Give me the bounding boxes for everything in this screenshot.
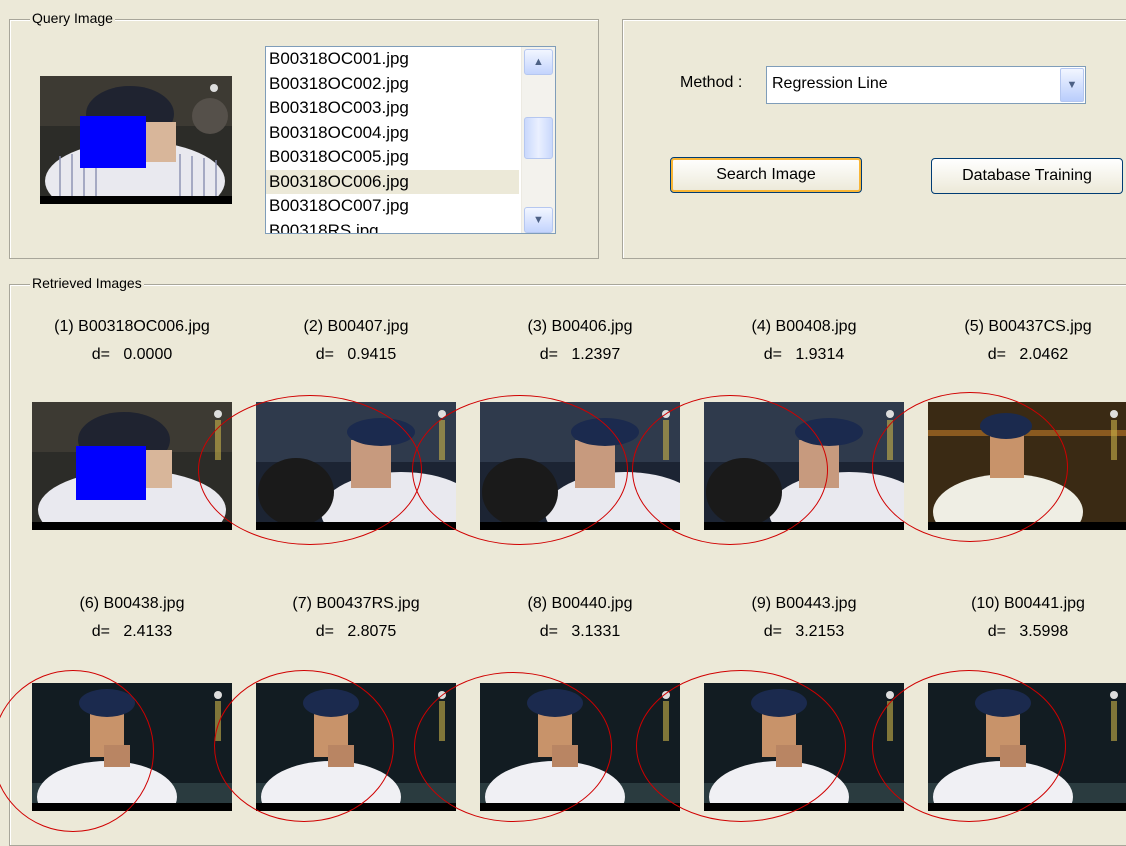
method-label: Method :	[680, 74, 743, 91]
file-listbox[interactable]: B00318OC001.jpg B00318OC002.jpg B00318OC00…	[265, 46, 556, 234]
result-name-10: (10) B00441.jpg	[971, 595, 1085, 612]
method-select-value: Regression Line	[772, 75, 888, 92]
scroll-up-icon[interactable]: ▲	[524, 49, 553, 75]
result-thumbnail-3[interactable]	[480, 402, 680, 530]
list-item[interactable]: B00318OC001.jpg	[266, 47, 519, 72]
retrieved-images-legend: Retrieved Images	[30, 275, 144, 291]
result-distance-6: d= 2.4133	[91, 623, 173, 640]
result-distance-10: d= 3.5998	[987, 623, 1069, 640]
list-item[interactable]: B00318OC005.jpg	[266, 145, 519, 170]
list-item[interactable]: B00318OC004.jpg	[266, 121, 519, 146]
chevron-down-icon[interactable]: ▼	[1060, 68, 1084, 102]
result-name-8: (8) B00440.jpg	[527, 595, 633, 612]
database-training-button[interactable]: Database Training	[931, 158, 1123, 194]
list-item[interactable]: B00318OC002.jpg	[266, 72, 519, 97]
result-distance-1: d= 0.0000	[91, 346, 173, 363]
result-name-5: (5) B00437CS.jpg	[964, 318, 1092, 335]
result-distance-3: d= 1.2397	[539, 346, 621, 363]
query-image-preview	[40, 76, 232, 204]
list-item[interactable]: B00318RS.jpg	[266, 219, 519, 234]
list-item[interactable]: B00318OC003.jpg	[266, 96, 519, 121]
result-thumbnail-8[interactable]	[480, 683, 680, 811]
result-name-9: (9) B00443.jpg	[751, 595, 857, 612]
result-name-3: (3) B00406.jpg	[527, 318, 633, 335]
result-thumbnail-1[interactable]	[32, 402, 232, 530]
result-thumbnail-6[interactable]	[32, 683, 232, 811]
result-name-6: (6) B00438.jpg	[79, 595, 185, 612]
result-name-1: (1) B00318OC006.jpg	[54, 318, 210, 335]
list-item[interactable]: B00318OC006.jpg	[266, 169, 519, 194]
result-thumbnail-2[interactable]	[256, 402, 456, 530]
result-name-4: (4) B00408.jpg	[751, 318, 857, 335]
result-name-7: (7) B00437RS.jpg	[292, 595, 420, 612]
result-distance-7: d= 2.8075	[315, 623, 397, 640]
result-name-2: (2) B00407.jpg	[303, 318, 409, 335]
result-distance-9: d= 3.2153	[763, 623, 845, 640]
query-image-legend: Query Image	[30, 10, 115, 26]
result-thumbnail-5[interactable]	[928, 402, 1126, 530]
result-distance-2: d= 0.9415	[315, 346, 397, 363]
result-thumbnail-9[interactable]	[704, 683, 904, 811]
search-image-button[interactable]: Search Image	[670, 157, 862, 193]
result-thumbnail-10[interactable]	[928, 683, 1126, 811]
result-distance-4: d= 1.9314	[763, 346, 845, 363]
result-distance-5: d= 2.0462	[987, 346, 1069, 363]
scroll-down-icon[interactable]: ▼	[524, 207, 553, 233]
controls-group	[622, 19, 1126, 259]
listbox-scrollbar[interactable]: ▲ ▼	[521, 47, 555, 233]
result-thumbnail-4[interactable]	[704, 402, 904, 530]
result-thumbnail-7[interactable]	[256, 683, 456, 811]
result-distance-8: d= 3.1331	[539, 623, 621, 640]
list-item[interactable]: B00318OC007.jpg	[266, 194, 519, 219]
method-select[interactable]: Regression Line ▼	[766, 66, 1086, 104]
scroll-thumb[interactable]	[524, 117, 553, 159]
